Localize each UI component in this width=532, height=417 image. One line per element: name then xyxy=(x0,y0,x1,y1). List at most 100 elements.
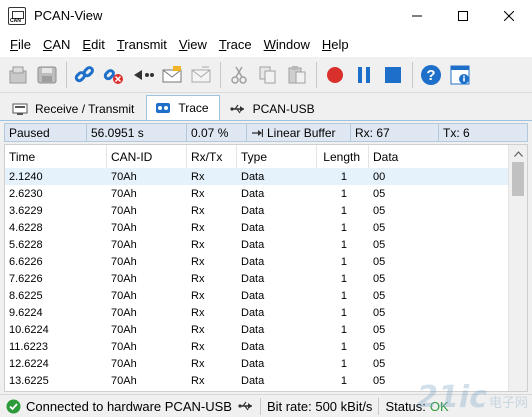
message-icon xyxy=(191,66,211,82)
paste-button[interactable] xyxy=(283,60,311,90)
table-row[interactable]: 11.6223 70Ah Rx Data 1 05 xyxy=(5,338,509,355)
cell-time: 13.6225 xyxy=(9,374,49,387)
minimize-icon xyxy=(412,15,422,16)
about-icon xyxy=(450,65,470,84)
message-button-2[interactable] xyxy=(187,60,215,90)
watermark-logo: 21ic 电子网 xyxy=(417,380,528,415)
cell-length: 1 xyxy=(340,306,347,319)
menu-window[interactable]: Window xyxy=(258,37,316,52)
column-header-type[interactable]: Type xyxy=(237,145,317,168)
table-row[interactable]: 9.6224 70Ah Rx Data 1 05 xyxy=(5,304,509,321)
table-row[interactable]: 8.6225 70Ah Rx Data 1 05 xyxy=(5,287,509,304)
pcan-app-icon xyxy=(8,6,26,25)
cell-time: 9.6224 xyxy=(9,306,43,319)
cell-length: 1 xyxy=(340,374,347,387)
grid-rows: 2.1240 70Ah Rx Data 1 00 2.6230 70Ah Rx Data 1 05 3.… xyxy=(5,168,509,389)
table-row[interactable]: 6.6226 70Ah Rx Data 1 05 xyxy=(5,253,509,270)
minimize-button[interactable] xyxy=(394,0,440,31)
cell-data: 05 xyxy=(373,221,386,234)
column-header-rx-tx[interactable]: Rx/Tx xyxy=(187,145,237,168)
cell-type: Data xyxy=(241,255,265,268)
table-row[interactable]: 7.6226 70Ah Rx Data 1 05 xyxy=(5,270,509,287)
paste-icon xyxy=(288,65,306,83)
maximize-icon xyxy=(458,10,468,21)
cell-length: 1 xyxy=(340,170,347,183)
scroll-thumb[interactable] xyxy=(512,162,524,196)
cell-can-id: 70Ah xyxy=(111,170,137,183)
cell-type: Data xyxy=(241,221,265,234)
cell-can-id: 70Ah xyxy=(111,255,137,268)
copy-icon xyxy=(259,66,276,83)
menu-view[interactable]: View xyxy=(173,37,213,52)
cell-rx-tx: Rx xyxy=(191,340,205,353)
cell-type: Data xyxy=(241,306,265,319)
pause-button[interactable] xyxy=(350,60,378,90)
cut-icon xyxy=(231,66,247,84)
table-row[interactable]: 3.6229 70Ah Rx Data 1 05 xyxy=(5,202,509,219)
copy-button[interactable] xyxy=(254,60,282,90)
column-header-data[interactable]: Data xyxy=(369,145,509,168)
usb-icon xyxy=(230,103,246,115)
svg-text:?: ? xyxy=(426,67,435,84)
cell-type: Data xyxy=(241,323,265,336)
menu-can[interactable]: CAN xyxy=(37,37,76,52)
tab-receive-transmit[interactable]: Receive / Transmit xyxy=(4,97,144,120)
disconnect-icon xyxy=(103,68,123,84)
connect-button[interactable] xyxy=(71,60,99,90)
buffer-icon xyxy=(251,128,263,138)
scroll-up-button[interactable] xyxy=(509,145,527,162)
cell-rx-tx: Rx xyxy=(191,289,205,302)
cell-length: 1 xyxy=(340,340,347,353)
table-row[interactable]: 5.6228 70Ah Rx Data 1 05 xyxy=(5,236,509,253)
help-button[interactable]: ? xyxy=(417,60,445,90)
menu-help[interactable]: Help xyxy=(316,37,355,52)
menu-edit[interactable]: Edit xyxy=(76,37,110,52)
close-button[interactable] xyxy=(486,0,532,31)
table-row[interactable]: 4.6228 70Ah Rx Data 1 05 xyxy=(5,219,509,236)
menu-transmit[interactable]: Transmit xyxy=(111,37,173,52)
cell-can-id: 70Ah xyxy=(111,357,137,370)
table-row[interactable]: 2.1240 70Ah Rx Data 1 00 xyxy=(5,168,509,185)
menu-mnemonic: H xyxy=(321,36,332,52)
tab-pcan-usb[interactable]: PCAN-USB xyxy=(222,97,325,120)
cell-rx-tx: Rx xyxy=(191,238,205,251)
cell-data: 05 xyxy=(373,238,386,251)
menu-label-rest: iew xyxy=(187,36,207,52)
cell-time: 10.6224 xyxy=(9,323,49,336)
toolbar-separator xyxy=(220,61,221,88)
cut-button[interactable] xyxy=(225,60,253,90)
message-button[interactable] xyxy=(158,60,186,90)
table-row[interactable]: 2.6230 70Ah Rx Data 1 05 xyxy=(5,185,509,202)
column-header-can-id[interactable]: CAN-ID xyxy=(107,145,187,168)
cell-length: 1 xyxy=(340,204,347,217)
cell-type: Data xyxy=(241,170,265,183)
grid-header: Time CAN-ID Rx/Tx Type Length Data xyxy=(5,145,509,168)
table-row[interactable]: 12.6224 70Ah Rx Data 1 05 xyxy=(5,355,509,372)
table-row[interactable]: 10.6224 70Ah Rx Data 1 05 xyxy=(5,321,509,338)
cell-length: 1 xyxy=(340,238,347,251)
tab-trace[interactable]: Trace xyxy=(146,95,220,120)
stop-button[interactable] xyxy=(379,60,407,90)
menu-mnemonic: W xyxy=(263,36,276,52)
vertical-scrollbar[interactable] xyxy=(508,145,527,391)
disconnect-button[interactable] xyxy=(100,60,128,90)
record-button[interactable] xyxy=(321,60,349,90)
column-header-time[interactable]: Time xyxy=(5,145,107,168)
cell-data: 05 xyxy=(373,357,386,370)
column-header-length[interactable]: Length xyxy=(317,145,369,168)
connection-status: Connected to hardware PCAN-USB xyxy=(6,399,254,414)
cell-data: 05 xyxy=(373,187,386,200)
menu-file[interactable]: File xyxy=(4,37,37,52)
message-icon xyxy=(162,65,182,82)
about-button[interactable] xyxy=(446,60,474,90)
new-button[interactable] xyxy=(4,60,32,90)
cell-time: 6.6226 xyxy=(9,255,43,268)
maximize-button[interactable] xyxy=(440,0,486,31)
menu-trace[interactable]: Trace xyxy=(213,37,258,52)
close-icon xyxy=(504,10,514,21)
cell-length: 1 xyxy=(340,323,347,336)
window-controls xyxy=(394,0,532,31)
back-button[interactable] xyxy=(129,60,157,90)
cell-type: Data xyxy=(241,374,265,387)
save-button[interactable] xyxy=(33,60,61,90)
